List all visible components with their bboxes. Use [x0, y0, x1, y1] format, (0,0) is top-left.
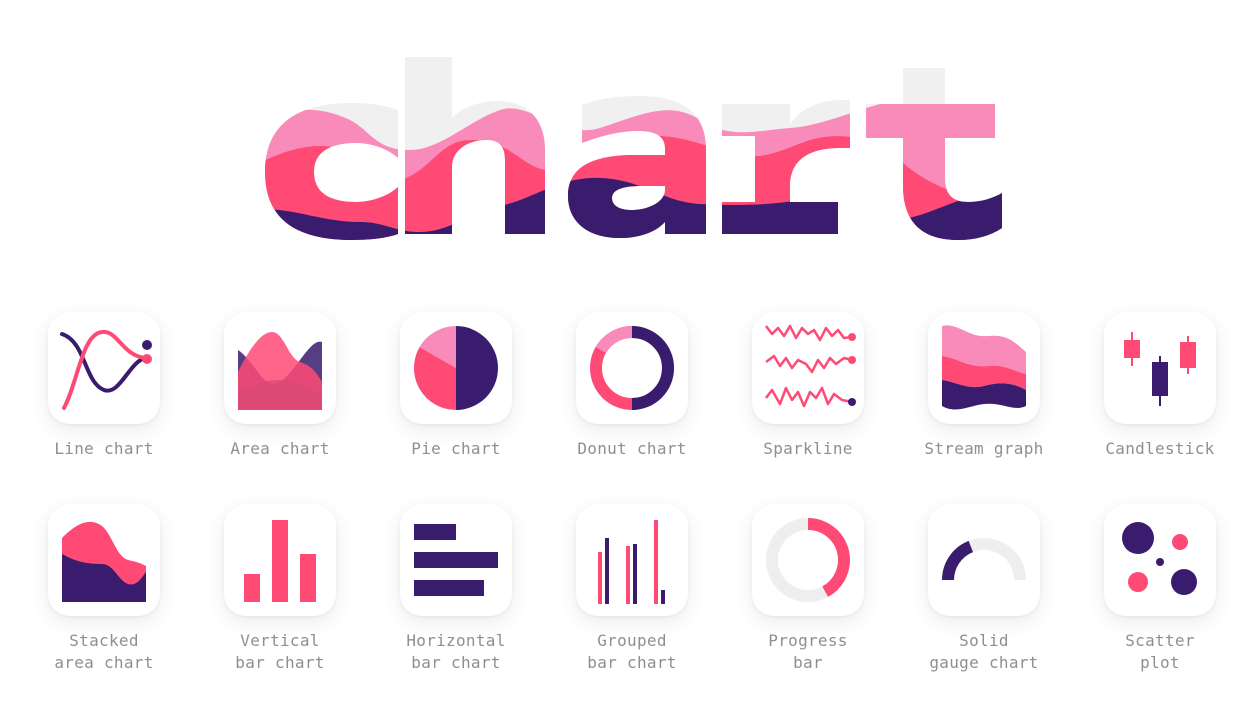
tile-label-horizontal-bar-chart: Horizontal bar chart: [406, 631, 506, 672]
tile-label-solid-gauge-chart: Solid gauge chart: [929, 631, 1039, 672]
tile-label-line-chart: Line chart: [54, 439, 154, 458]
tile-label-scatter-plot: Scatter plot: [1125, 631, 1195, 672]
stacked-area-chart-icon: [62, 521, 146, 602]
sparkline-tile[interactable]: [752, 312, 864, 424]
horizontal-bar-chart-tile[interactable]: [400, 504, 512, 616]
solid-gauge-chart-tile[interactable]: [928, 504, 1040, 616]
horizontal-bar-chart-icon: [414, 524, 498, 596]
sparkline-icon: [765, 324, 856, 408]
tile-label-progress-bar: Progress bar: [768, 631, 848, 672]
donut-chart-icon: [590, 325, 674, 410]
candlestick-tile[interactable]: [1104, 312, 1216, 424]
tile-label-stream-graph: Stream graph: [924, 439, 1044, 458]
page: Line chart Area chart Pie chart Donut ch…: [0, 0, 1260, 716]
grouped-bar-chart-tile[interactable]: [576, 504, 688, 616]
stacked-area-chart-tile[interactable]: [48, 504, 160, 616]
tile-label-donut-chart: Donut chart: [577, 439, 687, 458]
area-chart-icon: [238, 332, 322, 410]
progress-bar-tile[interactable]: [752, 504, 864, 616]
scatter-plot-icon: [1122, 522, 1197, 595]
tile-label-candlestick: Candlestick: [1105, 439, 1215, 458]
solid-gauge-chart-icon: [942, 538, 1026, 581]
tile-label-vertical-bar-chart: Vertical bar chart: [235, 631, 325, 672]
donut-chart-tile[interactable]: [576, 312, 688, 424]
stream-graph-tile[interactable]: [928, 312, 1040, 424]
pie-chart-tile[interactable]: [400, 312, 512, 424]
progress-bar-icon: [766, 518, 850, 602]
vertical-bar-chart-icon: [244, 520, 316, 602]
tile-label-grouped-bar-chart: Grouped bar chart: [587, 631, 677, 672]
vertical-bar-chart-tile[interactable]: [224, 504, 336, 616]
pie-chart-icon: [413, 326, 498, 410]
chart-type-grid: Line chart Area chart Pie chart Donut ch…: [0, 0, 1260, 716]
line-chart-tile[interactable]: [48, 312, 160, 424]
tile-label-sparkline: Sparkline: [763, 439, 853, 458]
line-chart-icon: [60, 329, 152, 410]
tile-label-pie-chart: Pie chart: [411, 439, 501, 458]
candlestick-icon: [1124, 332, 1196, 406]
area-chart-tile[interactable]: [224, 312, 336, 424]
tile-label-area-chart: Area chart: [230, 439, 330, 458]
stream-graph-icon: [942, 325, 1026, 410]
scatter-plot-tile[interactable]: [1104, 504, 1216, 616]
grouped-bar-chart-icon: [598, 520, 665, 604]
tile-label-stacked-area-chart: Stacked area chart: [54, 631, 154, 672]
